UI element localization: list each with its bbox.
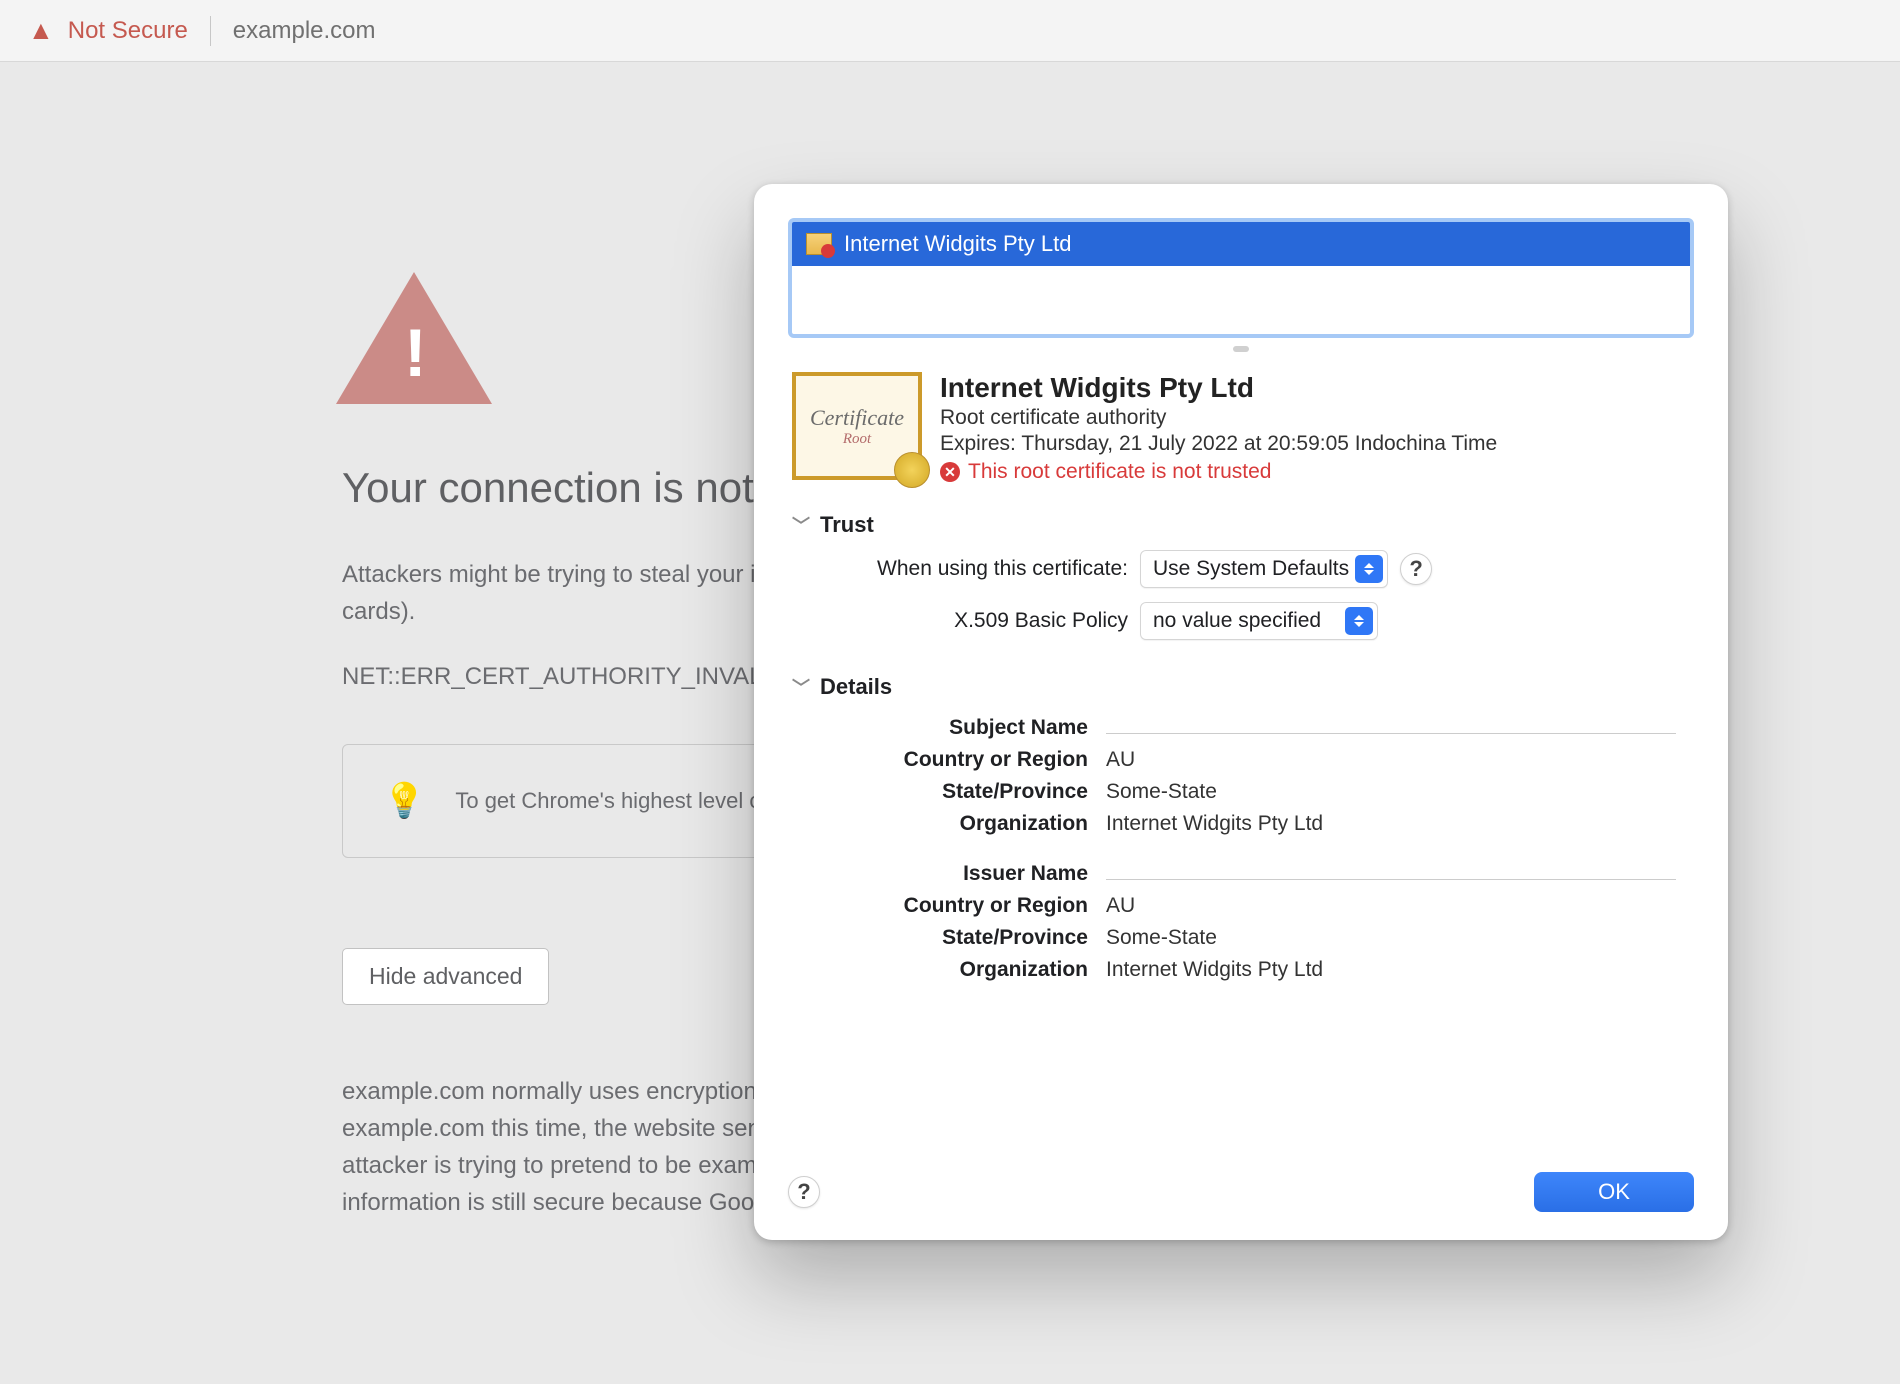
- trust-when-value: Use System Defaults: [1153, 557, 1349, 581]
- select-caret-icon: [1345, 607, 1373, 635]
- kv-key: Organization: [788, 958, 1088, 982]
- kv-val: Some-State: [1106, 926, 1676, 950]
- trust-when-label: When using this certificate:: [788, 557, 1128, 581]
- kv-key: State/Province: [788, 926, 1088, 950]
- certificate-kind: Root certificate authority: [940, 406, 1497, 430]
- details-section-toggle[interactable]: ﹀ Details: [788, 670, 1676, 712]
- trust-section-label: Trust: [820, 512, 874, 538]
- subject-org-row: Organization Internet Widgits Pty Ltd: [788, 808, 1676, 840]
- issuer-heading: Issuer Name: [788, 862, 1088, 886]
- trust-help-button[interactable]: ?: [1400, 553, 1432, 585]
- issuer-country-row: Country or Region AU: [788, 890, 1676, 922]
- split-drag-handle[interactable]: [1233, 346, 1249, 352]
- kv-val: AU: [1106, 748, 1676, 772]
- issuer-state-row: State/Province Some-State: [788, 922, 1676, 954]
- certificate-trust-warning: ✕ This root certificate is not trusted: [940, 460, 1497, 484]
- select-caret-icon: [1355, 555, 1383, 583]
- warning-icon: ▲: [28, 15, 54, 46]
- trust-section-toggle[interactable]: ﹀ Trust: [788, 508, 1676, 550]
- trust-section: ﹀ Trust When using this certificate: Use…: [788, 504, 1676, 666]
- certificate-tree-label: Internet Widgits Pty Ltd: [844, 231, 1071, 257]
- certificate-trust-warning-text: This root certificate is not trusted: [968, 460, 1271, 484]
- details-section-label: Details: [820, 674, 892, 700]
- certificate-tree[interactable]: Internet Widgits Pty Ltd: [788, 218, 1694, 338]
- certificate-tree-item[interactable]: Internet Widgits Pty Ltd: [792, 222, 1690, 266]
- trust-policy-label: X.509 Basic Policy: [788, 609, 1128, 633]
- ok-button[interactable]: OK: [1534, 1172, 1694, 1212]
- error-icon: ✕: [940, 462, 960, 482]
- bulb-icon: 💡: [383, 781, 425, 821]
- kv-key: Country or Region: [788, 894, 1088, 918]
- kv-val: Internet Widgits Pty Ltd: [1106, 958, 1676, 982]
- certificate-invalid-icon: [806, 233, 832, 255]
- kv-key: Country or Region: [788, 748, 1088, 772]
- chevron-down-icon: ﹀: [792, 512, 810, 538]
- subject-heading: Subject Name: [788, 716, 1088, 740]
- dialog-footer: ? OK: [788, 1162, 1694, 1212]
- subject-state-row: State/Province Some-State: [788, 776, 1676, 808]
- trust-policy-value: no value specified: [1153, 609, 1321, 633]
- warning-triangle-icon: [336, 272, 492, 404]
- kv-key: Organization: [788, 812, 1088, 836]
- separator: [210, 16, 211, 46]
- not-secure-label[interactable]: Not Secure: [68, 17, 188, 45]
- certificate-title: Internet Widgits Pty Ltd: [940, 372, 1497, 404]
- kv-key: State/Province: [788, 780, 1088, 804]
- dialog-help-button[interactable]: ?: [788, 1176, 820, 1208]
- certificate-summary: Certificate Root Internet Widgits Pty Lt…: [788, 356, 1676, 504]
- kv-val: Internet Widgits Pty Ltd: [1106, 812, 1676, 836]
- subject-heading-row: Subject Name: [788, 712, 1676, 744]
- certificate-expiry: Expires: Thursday, 21 July 2022 at 20:59…: [940, 432, 1497, 456]
- trust-when-select[interactable]: Use System Defaults: [1140, 550, 1388, 588]
- certificate-dialog: Internet Widgits Pty Ltd Certificate Roo…: [754, 184, 1728, 1240]
- address-bar: ▲ Not Secure example.com: [0, 0, 1900, 62]
- details-section: ﹀ Details Subject Name Country or Region…: [788, 666, 1676, 998]
- chevron-down-icon: ﹀: [792, 674, 810, 700]
- subject-country-row: Country or Region AU: [788, 744, 1676, 776]
- kv-val: Some-State: [1106, 780, 1676, 804]
- kv-val: AU: [1106, 894, 1676, 918]
- issuer-org-row: Organization Internet Widgits Pty Ltd: [788, 954, 1676, 986]
- details-scroll[interactable]: Certificate Root Internet Widgits Pty Lt…: [788, 356, 1694, 1144]
- url-text[interactable]: example.com: [233, 17, 376, 45]
- certificate-icon: Certificate Root: [792, 372, 922, 480]
- issuer-heading-row: Issuer Name: [788, 858, 1676, 890]
- hide-advanced-button[interactable]: Hide advanced: [342, 948, 549, 1005]
- trust-policy-select[interactable]: no value specified: [1140, 602, 1378, 640]
